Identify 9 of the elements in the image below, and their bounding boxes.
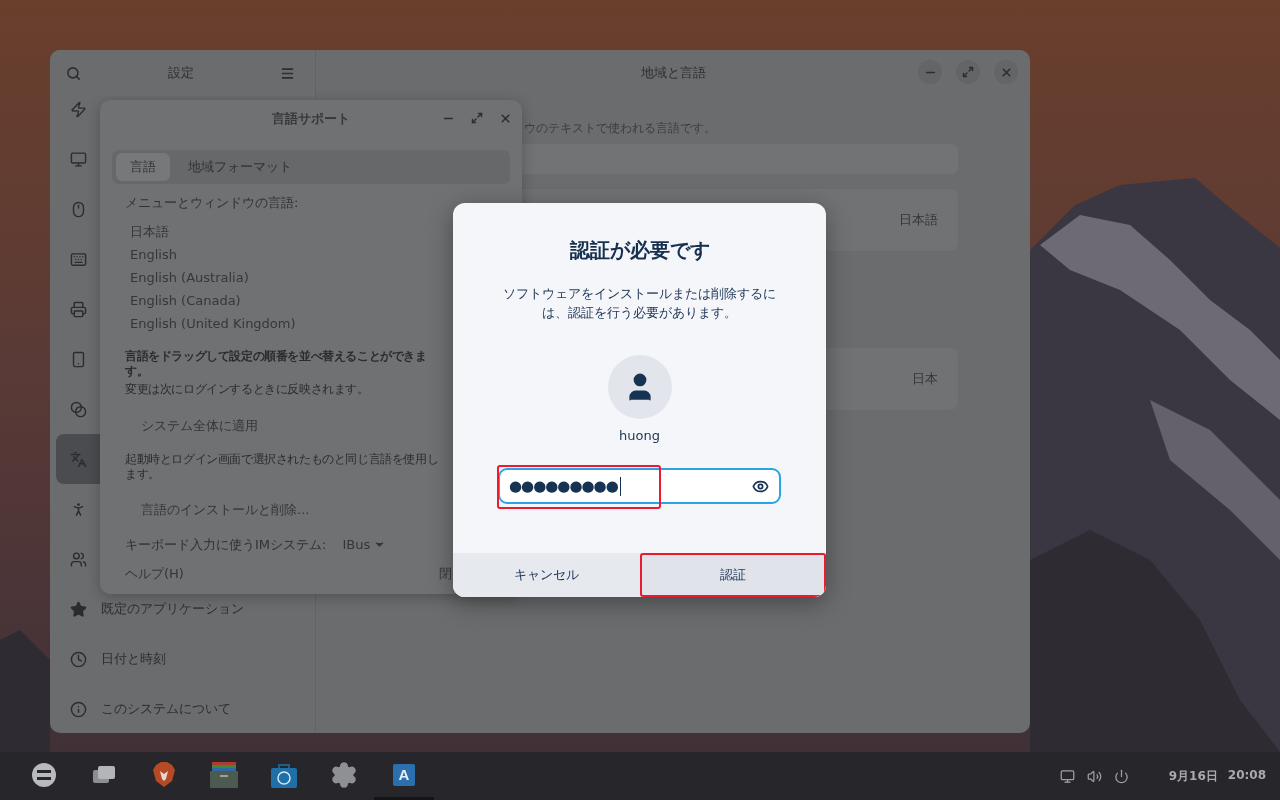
time-text: 20:08 xyxy=(1227,767,1266,784)
date-text: 9月16日 xyxy=(1168,767,1218,785)
sidebar-title: 設定 xyxy=(167,64,194,82)
dialog-message: ソフトウェアをインストールまたは削除するには、認証を行う必要があります。 xyxy=(502,285,777,322)
hint-text: 言語をドラッグして設定の順番を並べ替えることができます。 xyxy=(125,349,428,379)
dialog-title: 認証が必要です xyxy=(569,237,710,264)
app-glyph-icon: A xyxy=(393,763,415,786)
user-name: huong xyxy=(619,428,660,443)
dialog-title: 言語サポート xyxy=(272,110,350,128)
